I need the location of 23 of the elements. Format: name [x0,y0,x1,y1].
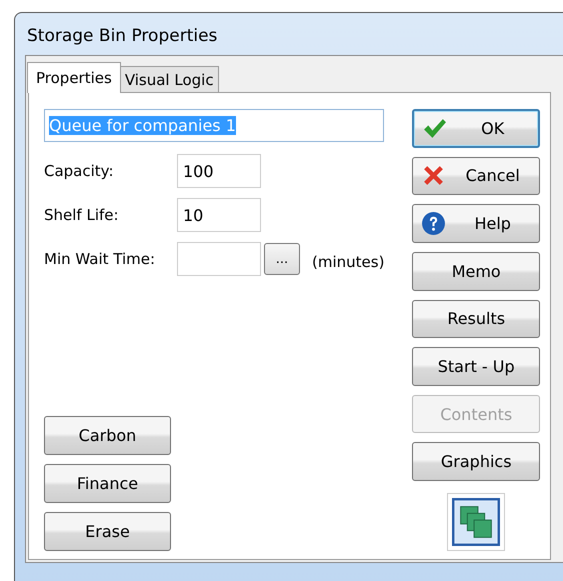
side-button[interactable]: Erase [44,512,171,551]
field-label: Min Wait Time: [44,250,156,268]
input-field[interactable]: 10 [177,198,261,232]
dialog-button[interactable]: Help [412,204,540,243]
dialog-button[interactable]: OK [412,109,540,148]
input-field[interactable] [177,242,261,276]
tab[interactable]: Properties [27,62,121,93]
help-icon [421,211,446,236]
unit-label: (minutes) [312,253,384,271]
field-label: Capacity: [44,162,115,180]
dialog-button[interactable]: Results [412,300,540,338]
browse-button[interactable]: ... [264,243,300,275]
tab[interactable]: Visual Logic [120,66,219,92]
dialog-button[interactable]: Start - Up [412,347,540,386]
dialog-button[interactable]: Memo [412,252,540,291]
side-button[interactable]: Finance [44,464,171,503]
field-label: Shelf Life: [44,206,120,224]
dialog-button[interactable]: Cancel [412,156,540,196]
side-button[interactable]: Carbon [44,416,171,455]
dialog-button[interactable]: Graphics [412,442,540,482]
input-field[interactable]: 100 [177,154,261,188]
stacked-squares-icon[interactable] [447,493,506,552]
window-title: Storage Bin Properties [26,25,218,48]
